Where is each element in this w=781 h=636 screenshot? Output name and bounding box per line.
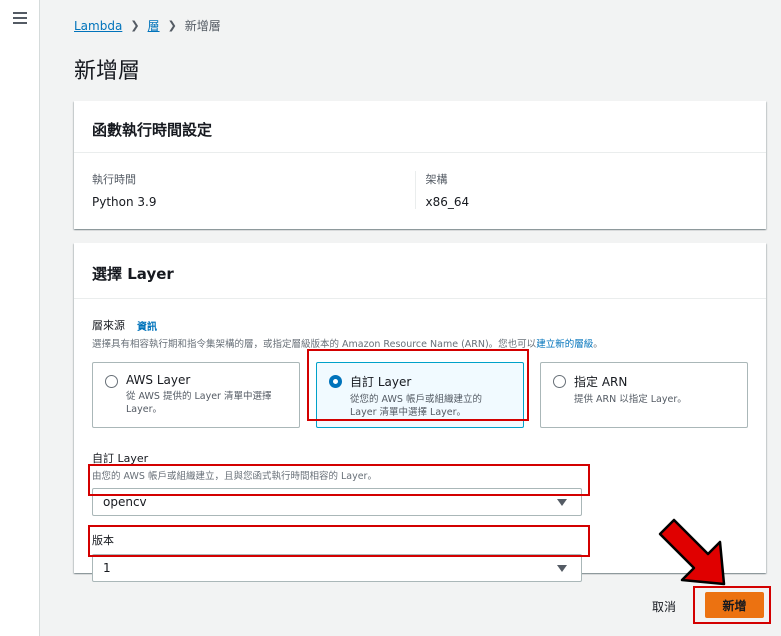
version-select[interactable]: 1: [92, 554, 582, 582]
tile-custom-layer[interactable]: 自訂 Layer 從您的 AWS 帳戶或組織建立的 Layer 清單中選擇 La…: [316, 362, 524, 428]
tile-description: 從您的 AWS 帳戶或組織建立的 Layer 清單中選擇 Layer。: [350, 394, 482, 418]
menu-icon[interactable]: [13, 12, 27, 24]
custom-layer-description: 由您的 AWS 帳戶或組織建立，且與您函式執行時間相容的 Layer。: [92, 471, 377, 482]
tile-title: 自訂 Layer: [350, 375, 412, 389]
radio-selected-icon[interactable]: [329, 375, 342, 388]
architecture-value: x86_64: [425, 195, 470, 209]
breadcrumb-current: 新增層: [184, 19, 221, 33]
radio-icon[interactable]: [105, 375, 118, 388]
tile-description: 提供 ARN 以指定 Layer。: [574, 394, 687, 405]
layer-source-label: 層來源: [92, 319, 125, 332]
custom-layer-label: 自訂 Layer: [92, 452, 149, 465]
custom-layer-select[interactable]: opencv: [92, 488, 582, 516]
layer-source-tiles: AWS Layer 從 AWS 提供的 Layer 清單中選擇 Layer。 自…: [92, 362, 748, 428]
runtime-settings-header: 函數執行時間設定: [74, 101, 766, 153]
caret-down-icon: [557, 565, 567, 572]
page-title: 新增層: [74, 59, 141, 84]
tile-title: 指定 ARN: [574, 375, 628, 389]
tile-description: 從 AWS 提供的 Layer 清單中選擇 Layer。: [126, 391, 272, 415]
version-label: 版本: [92, 534, 114, 547]
breadcrumb-lambda-link[interactable]: Lambda: [74, 19, 122, 33]
chevron-right-icon: ❯: [130, 19, 140, 32]
caret-down-icon: [557, 499, 567, 506]
breadcrumb-layers-link[interactable]: 層: [148, 17, 160, 34]
info-link[interactable]: 資訊: [137, 318, 157, 333]
custom-layer-selected-value: opencv: [103, 495, 147, 509]
tile-aws-layer[interactable]: AWS Layer 從 AWS 提供的 Layer 清單中選擇 Layer。: [92, 362, 300, 428]
tile-title: AWS Layer: [126, 373, 191, 387]
side-navigation: [0, 0, 40, 636]
layer-source-description: 選擇具有相容執行期和指令集架構的層，或指定層級版本的 Amazon Resour…: [92, 336, 748, 350]
runtime-field: 執行時間 Python 3.9: [92, 171, 415, 209]
runtime-label: 執行時間: [92, 173, 136, 186]
chevron-right-icon: ❯: [167, 19, 177, 32]
layer-source-label-row: 層來源 資訊: [92, 317, 748, 333]
create-layer-link[interactable]: 建立新的層級: [536, 339, 593, 350]
tile-specify-arn[interactable]: 指定 ARN 提供 ARN 以指定 Layer。: [540, 362, 748, 428]
layer-source-desc-text: 選擇具有相容執行期和指令集架構的層，或指定層級版本的 Amazon Resour…: [92, 339, 537, 350]
runtime-settings-panel: 函數執行時間設定 執行時間 Python 3.9 架構 x86_64: [74, 101, 766, 229]
breadcrumb: Lambda ❯ 層 ❯ 新增層: [74, 17, 221, 34]
architecture-label: 架構: [425, 173, 448, 186]
choose-layer-header: 選擇 Layer: [74, 243, 766, 299]
runtime-value: Python 3.9: [92, 195, 157, 209]
architecture-field: 架構 x86_64: [414, 171, 749, 209]
red-arrow-icon: [658, 518, 726, 586]
radio-icon[interactable]: [553, 375, 566, 388]
version-selected-value: 1: [103, 561, 111, 575]
layer-source-desc-end: 。: [593, 339, 603, 350]
